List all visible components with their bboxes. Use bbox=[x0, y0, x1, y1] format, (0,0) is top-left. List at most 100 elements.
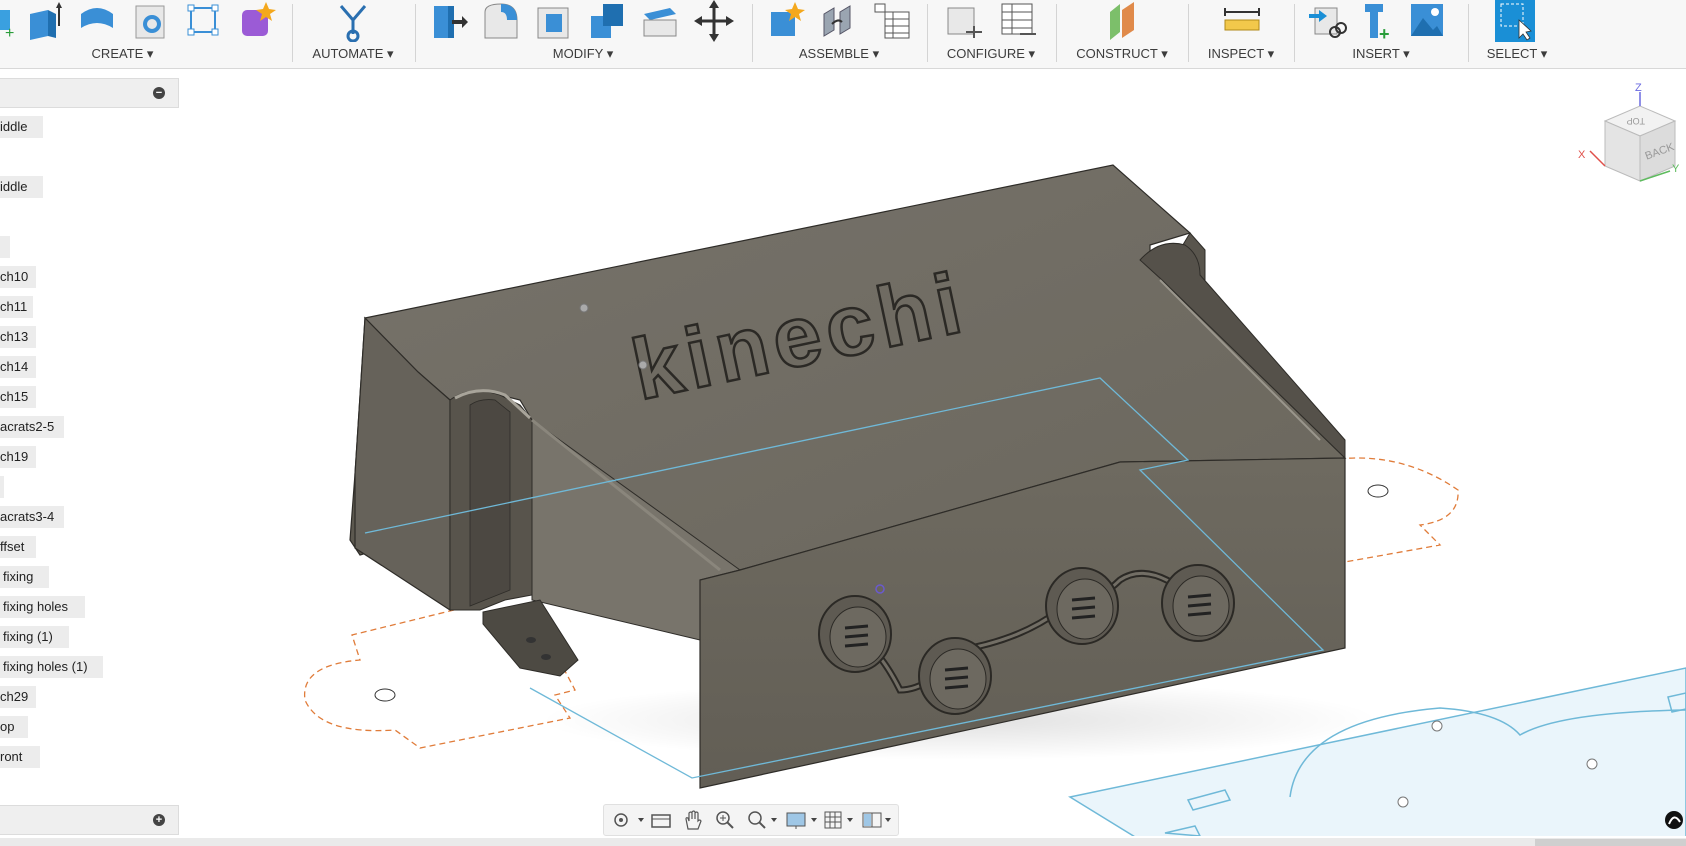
new-component-assemble-icon[interactable] bbox=[765, 0, 805, 42]
tree-item-label: ch14 bbox=[0, 359, 29, 374]
group-configure: CONFIGURE ▾ bbox=[928, 0, 1054, 68]
group-assemble: ASSEMBLE ▾ bbox=[753, 0, 925, 68]
autodesk-icon[interactable] bbox=[1665, 811, 1683, 829]
tree-item[interactable]: iddle bbox=[0, 176, 43, 198]
viewcube-top-label: TOP bbox=[1627, 116, 1645, 126]
tree-item[interactable]: fixing bbox=[0, 566, 49, 588]
shell-icon[interactable] bbox=[534, 0, 574, 42]
tree-item-label: ch29 bbox=[0, 689, 29, 704]
combine-icon[interactable] bbox=[587, 0, 627, 42]
viewport[interactable]: kinechi TOP BACK X Y Z bbox=[0, 69, 1686, 836]
tree-item-label: fixing (1) bbox=[3, 629, 53, 644]
pan-icon[interactable] bbox=[680, 809, 706, 831]
configure-table-icon[interactable] bbox=[998, 0, 1038, 42]
tree-item[interactable]: op bbox=[0, 716, 28, 738]
tree-item[interactable]: fixing holes bbox=[0, 596, 85, 618]
tree-item[interactable]: ront bbox=[0, 746, 40, 768]
tree-item-label: ch15 bbox=[0, 389, 29, 404]
tree-item[interactable]: ch29 bbox=[0, 686, 36, 708]
offset-plane-icon[interactable] bbox=[1102, 0, 1142, 42]
group-modify: MODIFY ▾ bbox=[416, 0, 750, 68]
display-settings-icon[interactable] bbox=[784, 809, 820, 831]
tree-item[interactable]: acrats2-5 bbox=[0, 416, 64, 438]
navigation-bar bbox=[603, 804, 899, 836]
toolbar: + CREATE ▾ AUTOMATE ▾ MODIFY ▾ ASSEMBLE … bbox=[0, 0, 1686, 69]
zoom-window-icon[interactable] bbox=[744, 809, 780, 831]
zoom-icon[interactable] bbox=[712, 809, 738, 831]
select-icon[interactable] bbox=[1495, 0, 1535, 42]
automate-icon[interactable] bbox=[333, 0, 373, 42]
bottom-scroll-area bbox=[0, 838, 1686, 846]
collapse-browser-button[interactable]: − bbox=[153, 87, 165, 99]
tree-item-label: acrats3-4 bbox=[0, 509, 55, 524]
tree-item-label: fixing bbox=[3, 569, 34, 584]
tree-item-label: ch10 bbox=[0, 269, 29, 284]
comments-panel-header[interactable]: + bbox=[0, 805, 179, 835]
insert-menu[interactable]: INSERT ▾ bbox=[1295, 46, 1467, 62]
tree-item-label: ch19 bbox=[0, 449, 29, 464]
model-canvas[interactable]: kinechi TOP BACK X Y Z bbox=[0, 69, 1686, 836]
tree-item-label: acrats2-5 bbox=[0, 419, 55, 434]
new-component-icon[interactable]: + bbox=[0, 0, 18, 42]
viewports-icon[interactable] bbox=[860, 809, 896, 831]
sketch-point bbox=[579, 303, 589, 313]
tree-item-label: fixing holes (1) bbox=[3, 659, 88, 674]
tree-item[interactable]: ch19 bbox=[0, 446, 36, 468]
scrollbar-thumb[interactable] bbox=[1535, 839, 1686, 846]
orbit-icon[interactable] bbox=[610, 809, 646, 831]
tree-item[interactable]: ch13 bbox=[0, 326, 36, 348]
axis-x-label: X bbox=[1578, 149, 1586, 161]
tree-item[interactable]: ch11 bbox=[0, 296, 33, 318]
tree-item[interactable]: acrats3-4 bbox=[0, 506, 64, 528]
offset-face-icon[interactable] bbox=[640, 0, 680, 42]
tree-item-stub[interactable] bbox=[0, 236, 10, 258]
svg-text:+: + bbox=[5, 25, 14, 42]
select-menu[interactable]: SELECT ▾ bbox=[1469, 46, 1565, 62]
look-at-icon[interactable] bbox=[648, 809, 674, 831]
assemble-menu[interactable]: ASSEMBLE ▾ bbox=[753, 46, 925, 62]
create-menu[interactable]: CREATE ▾ bbox=[0, 46, 245, 62]
tree-item[interactable]: ch10 bbox=[0, 266, 36, 288]
press-pull-icon[interactable] bbox=[428, 0, 468, 42]
modify-menu[interactable]: MODIFY ▾ bbox=[416, 46, 750, 62]
svg-text:+: + bbox=[1379, 24, 1390, 42]
inspect-menu[interactable]: INSPECT ▾ bbox=[1189, 46, 1293, 62]
move-icon[interactable] bbox=[694, 0, 734, 42]
measure-icon[interactable] bbox=[1221, 0, 1261, 42]
tree-item-stub[interactable] bbox=[0, 476, 4, 498]
configure-menu[interactable]: CONFIGURE ▾ bbox=[928, 46, 1054, 62]
extrude-icon[interactable] bbox=[24, 0, 64, 42]
grid-icon[interactable] bbox=[822, 809, 858, 831]
insert-derive-icon[interactable] bbox=[1307, 0, 1347, 42]
sweep-icon[interactable] bbox=[130, 0, 170, 42]
vent-1 bbox=[818, 595, 892, 673]
sketch-rectangle-icon[interactable] bbox=[183, 0, 223, 42]
tree-item-label: ront bbox=[0, 749, 23, 764]
tree-item[interactable]: fixing (1) bbox=[0, 626, 69, 648]
tree-item[interactable]: ch14 bbox=[0, 356, 36, 378]
axis-y-label: Y bbox=[1672, 163, 1680, 175]
tree-item[interactable]: ffset bbox=[0, 536, 36, 558]
tree-item-label: iddle bbox=[0, 119, 28, 134]
form-icon[interactable] bbox=[236, 0, 276, 42]
tree-item[interactable]: fixing holes (1) bbox=[0, 656, 103, 678]
browser-header[interactable]: − bbox=[0, 78, 179, 108]
expand-comments-button[interactable]: + bbox=[153, 814, 165, 826]
vent-3 bbox=[1045, 567, 1119, 645]
tree-item[interactable]: iddle bbox=[0, 116, 43, 138]
tree-item-label: ffset bbox=[0, 539, 25, 554]
insert-fastener-icon[interactable]: + bbox=[1357, 0, 1397, 42]
fillet-icon[interactable] bbox=[481, 0, 521, 42]
group-select: SELECT ▾ bbox=[1469, 0, 1565, 68]
revolve-icon[interactable] bbox=[77, 0, 117, 42]
group-construct: CONSTRUCT ▾ bbox=[1057, 0, 1187, 68]
automate-menu[interactable]: AUTOMATE ▾ bbox=[293, 46, 413, 62]
group-automate: AUTOMATE ▾ bbox=[293, 0, 413, 68]
viewcube[interactable]: TOP BACK X Y Z bbox=[1578, 82, 1680, 182]
tree-item[interactable]: ch15 bbox=[0, 386, 36, 408]
configure-icon[interactable] bbox=[944, 0, 984, 42]
joint-icon[interactable] bbox=[818, 0, 858, 42]
construct-menu[interactable]: CONSTRUCT ▾ bbox=[1057, 46, 1187, 62]
insert-image-icon[interactable] bbox=[1407, 0, 1447, 42]
table-icon[interactable] bbox=[871, 0, 911, 42]
